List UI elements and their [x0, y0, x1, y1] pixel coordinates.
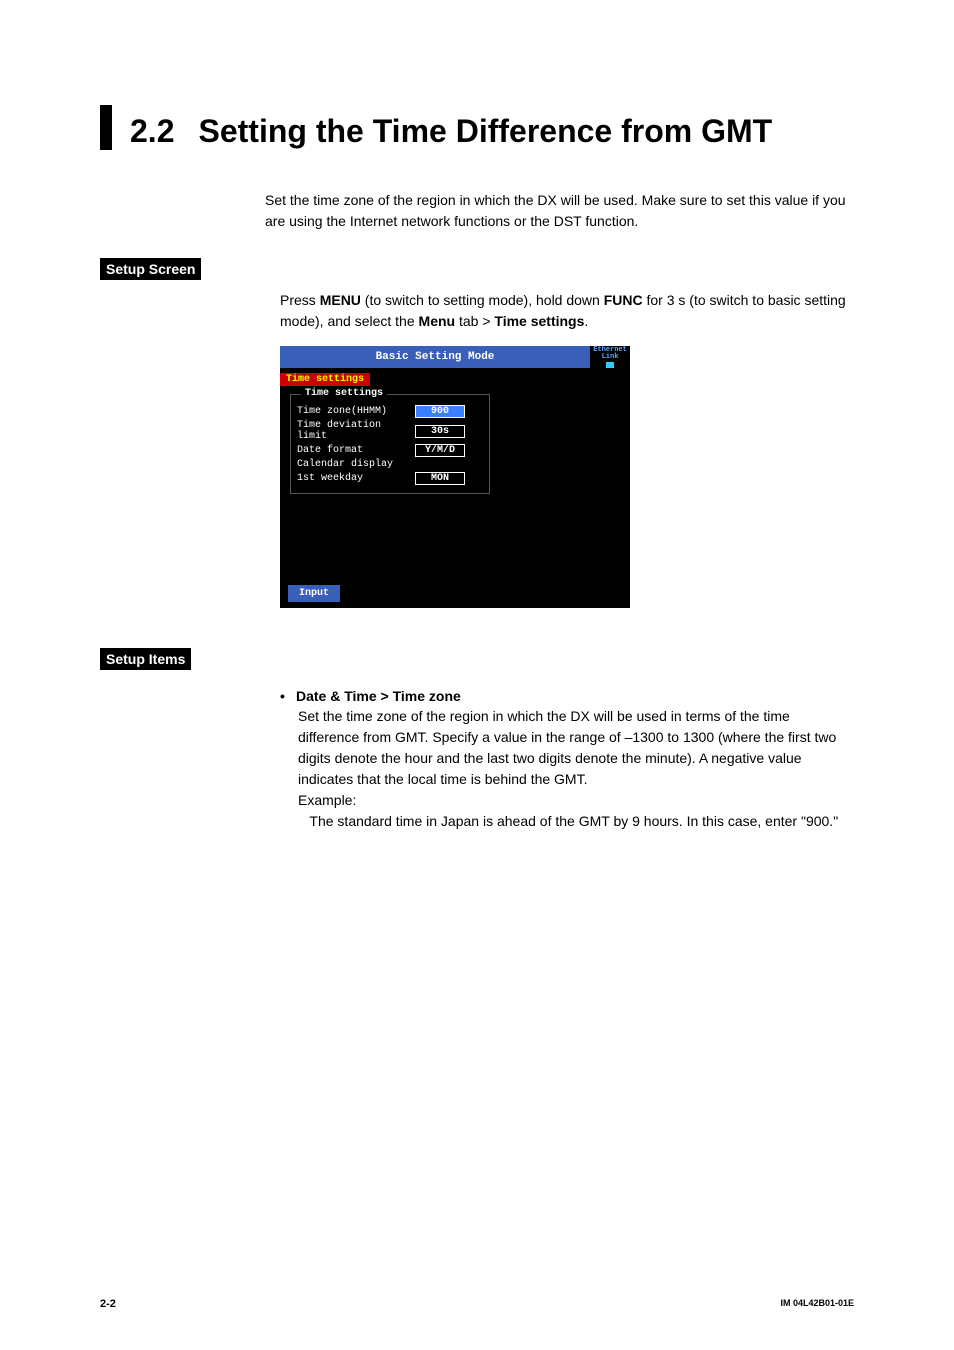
setup-items-section: Setup Items •Date & Time > Time zone Set…: [100, 644, 854, 832]
ethernet-indicator: Ethernet Link: [590, 346, 630, 368]
setup-items-label: Setup Items: [100, 648, 191, 670]
instruction-paragraph: Press MENU (to switch to setting mode), …: [280, 290, 854, 332]
setup-screen-label: Setup Screen: [100, 258, 201, 280]
item-body: Set the time zone of the region in which…: [298, 706, 854, 832]
document-id: IM 04L42B01-01E: [780, 1298, 854, 1308]
time-settings-menu: Time settings: [494, 313, 584, 329]
row-date-format: Date format Y/M/D: [297, 444, 483, 457]
heading-number: 2.2: [130, 105, 174, 150]
date-format-field: Y/M/D: [415, 444, 465, 457]
row-time-zone: Time zone(HHMM) 900: [297, 405, 483, 418]
row-time-deviation: Time deviation limit 30s: [297, 420, 483, 442]
page-footer: 2-2 IM 04L42B01-01E: [100, 1298, 854, 1310]
menu-tab: Menu: [419, 313, 456, 329]
heading-title: Setting the Time Difference from GMT: [198, 105, 772, 150]
ethernet-led-icon: [606, 362, 614, 368]
intro-paragraph: Set the time zone of the region in which…: [265, 190, 854, 232]
page-number: 2-2: [100, 1298, 116, 1310]
first-weekday-field: MON: [415, 472, 465, 485]
item-heading: •Date & Time > Time zone: [280, 688, 854, 704]
row-calendar-display: Calendar display: [297, 459, 483, 470]
menu-key: MENU: [320, 292, 361, 308]
input-button: Input: [288, 585, 340, 602]
time-settings-group: Time settings Time zone(HHMM) 900 Time d…: [290, 394, 490, 494]
example-label: Example:: [298, 792, 356, 808]
device-screenshot: Basic Setting Mode Ethernet Link Time se…: [280, 346, 630, 608]
screenshot-tab: Time settings: [280, 373, 370, 386]
screenshot-tabbar: Time settings: [280, 368, 630, 384]
screenshot-title: Basic Setting Mode: [280, 346, 590, 368]
time-zone-field: 900: [415, 405, 465, 418]
heading-accent-bar: [100, 105, 112, 150]
row-first-weekday: 1st weekday MON: [297, 472, 483, 485]
page-heading: 2.2 Setting the Time Difference from GMT: [100, 105, 854, 150]
time-deviation-field: 30s: [415, 425, 465, 438]
group-title: Time settings: [301, 388, 387, 399]
screenshot-titlebar: Basic Setting Mode Ethernet Link: [280, 346, 630, 368]
setup-screen-section: Setup Screen Press MENU (to switch to se…: [100, 254, 854, 608]
func-key: FUNC: [604, 292, 643, 308]
bullet-icon: •: [280, 688, 296, 704]
